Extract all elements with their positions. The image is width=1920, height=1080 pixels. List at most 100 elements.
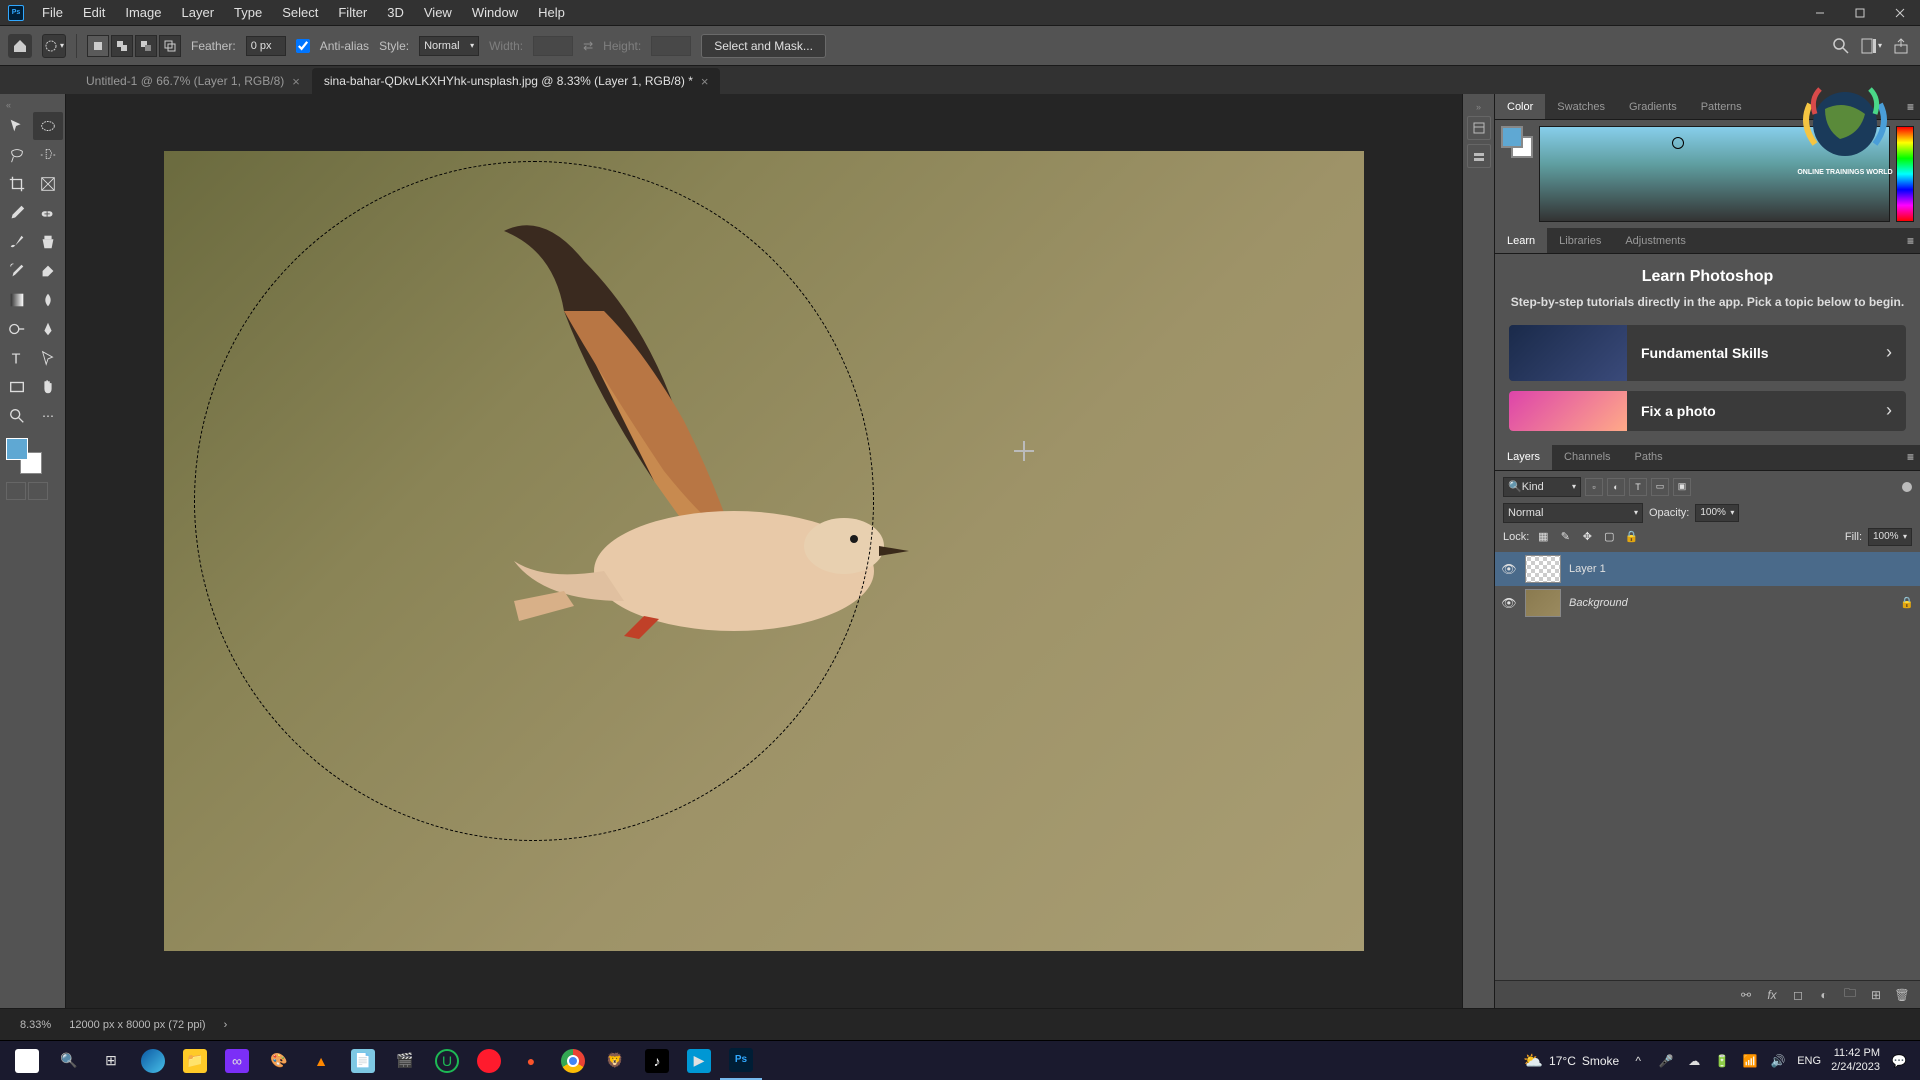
gradients-tab[interactable]: Gradients <box>1617 94 1689 119</box>
type-tool[interactable]: T <box>2 344 32 372</box>
rectangle-tool[interactable] <box>2 373 32 401</box>
visibility-toggle[interactable]: 👁 <box>1501 562 1517 576</box>
swatches-tab[interactable]: Swatches <box>1545 94 1617 119</box>
brush-tool[interactable] <box>2 228 32 256</box>
quickmask-button[interactable] <box>6 482 26 500</box>
clone-stamp-tool[interactable] <box>33 228 63 256</box>
language-indicator[interactable]: ENG <box>1797 1055 1821 1067</box>
eraser-tool[interactable] <box>33 257 63 285</box>
learn-card-fixphoto[interactable]: Fix a photo › <box>1509 391 1906 431</box>
wifi-icon[interactable]: 📶 <box>1741 1052 1759 1070</box>
hand-tool[interactable] <box>33 373 63 401</box>
document-canvas[interactable] <box>164 151 1364 951</box>
style-select[interactable]: Normal▾ <box>419 36 479 56</box>
status-more-icon[interactable]: › <box>224 1019 228 1031</box>
eyedropper-tool[interactable] <box>2 199 32 227</box>
layer-name[interactable]: Background <box>1569 597 1628 609</box>
visibility-toggle[interactable]: 👁 <box>1501 596 1517 610</box>
minimize-button[interactable] <box>1800 0 1840 26</box>
feather-input[interactable] <box>246 36 286 56</box>
adjustments-tab[interactable]: Adjustments <box>1613 228 1698 253</box>
menu-view[interactable]: View <box>414 1 462 24</box>
selection-intersect-button[interactable] <box>159 35 181 57</box>
maximize-button[interactable] <box>1840 0 1880 26</box>
layer-name[interactable]: Layer 1 <box>1569 563 1606 575</box>
healing-brush-tool[interactable] <box>33 199 63 227</box>
zoom-tool[interactable] <box>2 402 32 430</box>
brave-icon[interactable]: ● <box>510 1042 552 1080</box>
filter-pixel-icon[interactable]: ▫ <box>1585 478 1603 496</box>
app-icon-1[interactable]: ∞ <box>216 1042 258 1080</box>
menu-layer[interactable]: Layer <box>172 1 225 24</box>
adjustment-layer-icon[interactable]: ◐ <box>1816 987 1832 1003</box>
frame-tool[interactable] <box>33 170 63 198</box>
task-view-button[interactable]: ⊞ <box>90 1042 132 1080</box>
properties-panel-icon[interactable] <box>1467 144 1491 168</box>
photoshop-taskbar-icon[interactable]: Ps <box>720 1042 762 1080</box>
filter-smartobj-icon[interactable]: ▣ <box>1673 478 1691 496</box>
app-icon-3[interactable]: U <box>426 1042 468 1080</box>
pen-tool[interactable] <box>33 315 63 343</box>
tray-expand-icon[interactable]: ^ <box>1629 1052 1647 1070</box>
tab-close-icon[interactable]: × <box>292 74 300 89</box>
fill-input[interactable]: 100%▾ <box>1868 528 1912 546</box>
lock-all-icon[interactable]: 🔒 <box>1623 529 1639 545</box>
app-icon-4[interactable]: 🦁 <box>594 1042 636 1080</box>
notepad-icon[interactable]: 📄 <box>342 1042 384 1080</box>
tool-preset-picker[interactable]: ▾ <box>42 34 66 58</box>
menu-image[interactable]: Image <box>115 1 171 24</box>
opacity-input[interactable]: 100%▾ <box>1695 504 1739 522</box>
microphone-icon[interactable]: 🎤 <box>1657 1052 1675 1070</box>
home-button[interactable] <box>8 34 32 58</box>
chrome-icon[interactable] <box>552 1042 594 1080</box>
new-layer-icon[interactable]: ⊞ <box>1868 987 1884 1003</box>
canvas-area[interactable] <box>66 94 1462 1008</box>
paths-tab[interactable]: Paths <box>1623 445 1675 470</box>
zoom-level[interactable]: 8.33% <box>20 1019 51 1031</box>
edit-toolbar-button[interactable]: ⋯ <box>33 402 63 430</box>
crop-tool[interactable] <box>2 170 32 198</box>
panel-menu-icon[interactable]: ≡ <box>1901 228 1920 253</box>
filter-toggle[interactable] <box>1902 482 1912 492</box>
share-icon[interactable] <box>1890 35 1912 57</box>
lock-position-icon[interactable]: ✥ <box>1579 529 1595 545</box>
antialias-checkbox[interactable] <box>296 39 310 53</box>
layer-row[interactable]: 👁 Layer 1 <box>1495 552 1920 586</box>
search-icon[interactable] <box>1830 35 1852 57</box>
layer-thumbnail[interactable] <box>1525 555 1561 583</box>
lock-transparency-icon[interactable]: ▦ <box>1535 529 1551 545</box>
panel-foreground-color[interactable] <box>1501 126 1523 148</box>
tab-close-icon[interactable]: × <box>701 74 709 89</box>
select-and-mask-button[interactable]: Select and Mask... <box>701 34 826 58</box>
layers-tab[interactable]: Layers <box>1495 445 1552 470</box>
app-icon-2[interactable]: 🎨 <box>258 1042 300 1080</box>
layer-filter-type[interactable]: 🔍 Kind▾ <box>1503 477 1581 497</box>
workspace-icon[interactable]: ▾ <box>1860 35 1882 57</box>
document-tab[interactable]: Untitled-1 @ 66.7% (Layer 1, RGB/8) × <box>74 68 312 94</box>
layer-row[interactable]: 👁 Background 🔒 <box>1495 586 1920 620</box>
notifications-icon[interactable]: 💬 <box>1890 1052 1908 1070</box>
video-editor-icon[interactable]: 🎬 <box>384 1042 426 1080</box>
layer-thumbnail[interactable] <box>1525 589 1561 617</box>
filter-type-icon[interactable]: T <box>1629 478 1647 496</box>
volume-icon[interactable]: 🔊 <box>1769 1052 1787 1070</box>
learn-tab[interactable]: Learn <box>1495 228 1547 253</box>
edge-icon[interactable] <box>132 1042 174 1080</box>
explorer-icon[interactable]: 📁 <box>174 1042 216 1080</box>
vlc-icon[interactable]: ▲ <box>300 1042 342 1080</box>
learn-card-fundamental[interactable]: Fundamental Skills › <box>1509 325 1906 381</box>
lock-pixels-icon[interactable]: ✎ <box>1557 529 1573 545</box>
menu-select[interactable]: Select <box>272 1 328 24</box>
menu-3d[interactable]: 3D <box>377 1 414 24</box>
battery-icon[interactable]: 🔋 <box>1713 1052 1731 1070</box>
history-panel-icon[interactable] <box>1467 116 1491 140</box>
layer-style-icon[interactable]: fx <box>1764 987 1780 1003</box>
patterns-tab[interactable]: Patterns <box>1689 94 1754 119</box>
link-layers-icon[interactable]: ⚯ <box>1738 987 1754 1003</box>
document-tab[interactable]: sina-bahar-QDkvLKXHYhk-unsplash.jpg @ 8.… <box>312 68 721 94</box>
lock-artboard-icon[interactable]: ▢ <box>1601 529 1617 545</box>
document-dimensions[interactable]: 12000 px x 8000 px (72 ppi) <box>69 1019 205 1031</box>
foreground-color[interactable] <box>6 438 28 460</box>
close-button[interactable] <box>1880 0 1920 26</box>
selection-new-button[interactable] <box>87 35 109 57</box>
